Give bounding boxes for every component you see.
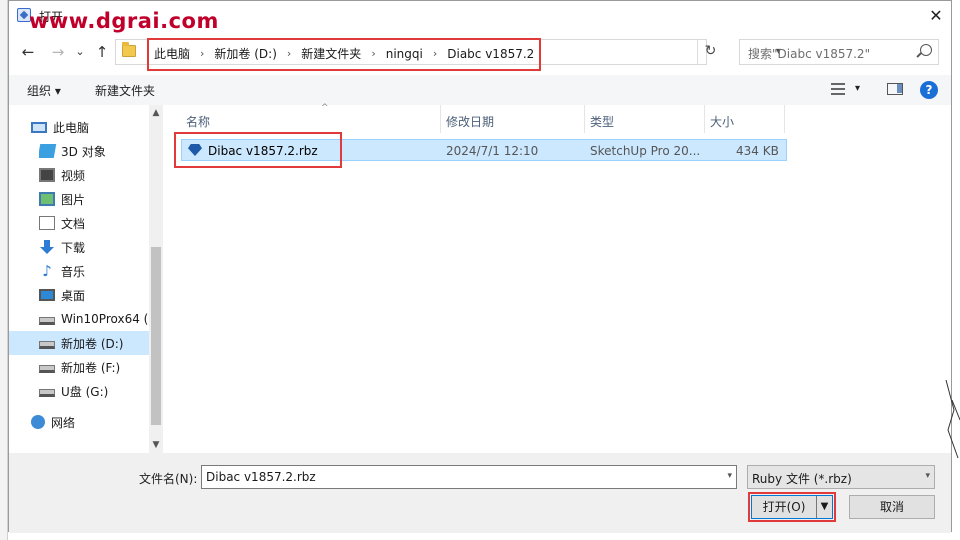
close-button[interactable]: ✕ [925,5,947,27]
sidebar-item-drive-d[interactable]: 新加卷 (D:) [9,331,149,355]
sidebar-scrollbar[interactable]: ▲ ▼ [149,105,163,453]
video-icon [39,168,55,182]
open-highlight-box [748,492,836,522]
file-type-select[interactable]: Ruby 文件 (*.rbz) ▾ [747,465,935,489]
desktop-icon [39,289,55,301]
back-button[interactable]: ← [17,41,39,63]
organize-menu[interactable]: 组织 ▾ [27,82,61,99]
column-header-type[interactable]: 类型 [585,105,705,133]
pictures-icon [39,192,55,206]
search-icon[interactable] [920,44,932,56]
navigation-bar: ← → ⌄ ↑ 此电脑 › 新加卷 (D:) › 新建文件夹 › ningqi … [9,35,951,71]
column-header-date[interactable]: 修改日期 [441,105,585,133]
drive-icon [39,341,55,349]
chevron-down-icon[interactable]: ▾ [925,471,930,481]
background-sketch-lines [945,380,960,459]
file-type: SketchUp Pro 20... [590,144,701,158]
scroll-down-icon[interactable]: ▼ [149,437,163,453]
filename-value: Dibac v1857.2.rbz [206,470,316,484]
filename-label: 文件名(N): [139,472,198,486]
folder-icon [122,42,136,57]
search-input[interactable]: 搜索"Diabc v1857.2" [739,39,939,65]
help-icon[interactable]: ? [920,81,938,99]
navigation-pane: 此电脑 3D 对象 视频 图片 文档 下载 ♪ 音乐 桌面 Win10Prox64… [9,105,163,453]
scrollbar-thumb[interactable] [151,247,161,425]
search-placeholder: 搜索"Diabc v1857.2" [748,47,871,61]
downloads-icon [39,240,55,254]
sidebar-item-drive-c[interactable]: Win10Prox64 (C [39,307,149,331]
preview-pane-icon[interactable] [887,83,903,95]
file-date: 2024/7/1 12:10 [446,144,539,158]
documents-icon [39,216,55,230]
column-header-name[interactable]: ^ 名称 [181,103,441,133]
bottom-panel: 文件名(N): Dibac v1857.2.rbz ▾ Ruby 文件 (*.r… [9,453,951,533]
toolbar: 组织 ▾ 新建文件夹 ▾ ? [9,75,951,105]
system-drive-icon [39,317,55,325]
cancel-button[interactable]: 取消 [849,495,935,519]
recent-locations-button[interactable]: ⌄ [69,41,91,63]
view-options-icon[interactable] [831,83,845,95]
address-highlight-box [147,38,541,71]
filename-input[interactable]: Dibac v1857.2.rbz ▾ [201,465,737,489]
open-file-dialog: 打开 ✕ www.dgrai.com ← → ⌄ ↑ 此电脑 › 新加卷 (D:… [8,0,952,533]
file-list: ^ 名称 修改日期 类型 大小 Dibac v1857.2.rbz 2024/7/… [169,103,949,453]
3d-objects-icon [39,144,57,158]
up-button[interactable]: ↑ [91,41,113,63]
chevron-down-icon[interactable]: ▾ [727,471,732,481]
watermark-text: www.dgrai.com [29,9,219,33]
music-icon: ♪ [42,262,52,280]
file-size: 434 KB [736,144,779,158]
forward-button[interactable]: → [47,41,69,63]
usb-drive-icon [39,389,55,397]
refresh-button[interactable]: ↻ [697,39,723,65]
view-caret-icon[interactable]: ▾ [855,83,860,94]
file-highlight-box [174,132,342,168]
new-folder-button[interactable]: 新建文件夹 [95,82,155,99]
file-type-value: Ruby 文件 (*.rbz) [752,472,852,486]
sort-up-icon: ^ [321,103,329,113]
scroll-up-icon[interactable]: ▲ [149,105,163,121]
drive-icon [39,365,55,373]
computer-icon [31,121,47,133]
background-window-edge [0,0,8,540]
network-icon [31,415,45,429]
column-header-size[interactable]: 大小 [705,105,785,133]
